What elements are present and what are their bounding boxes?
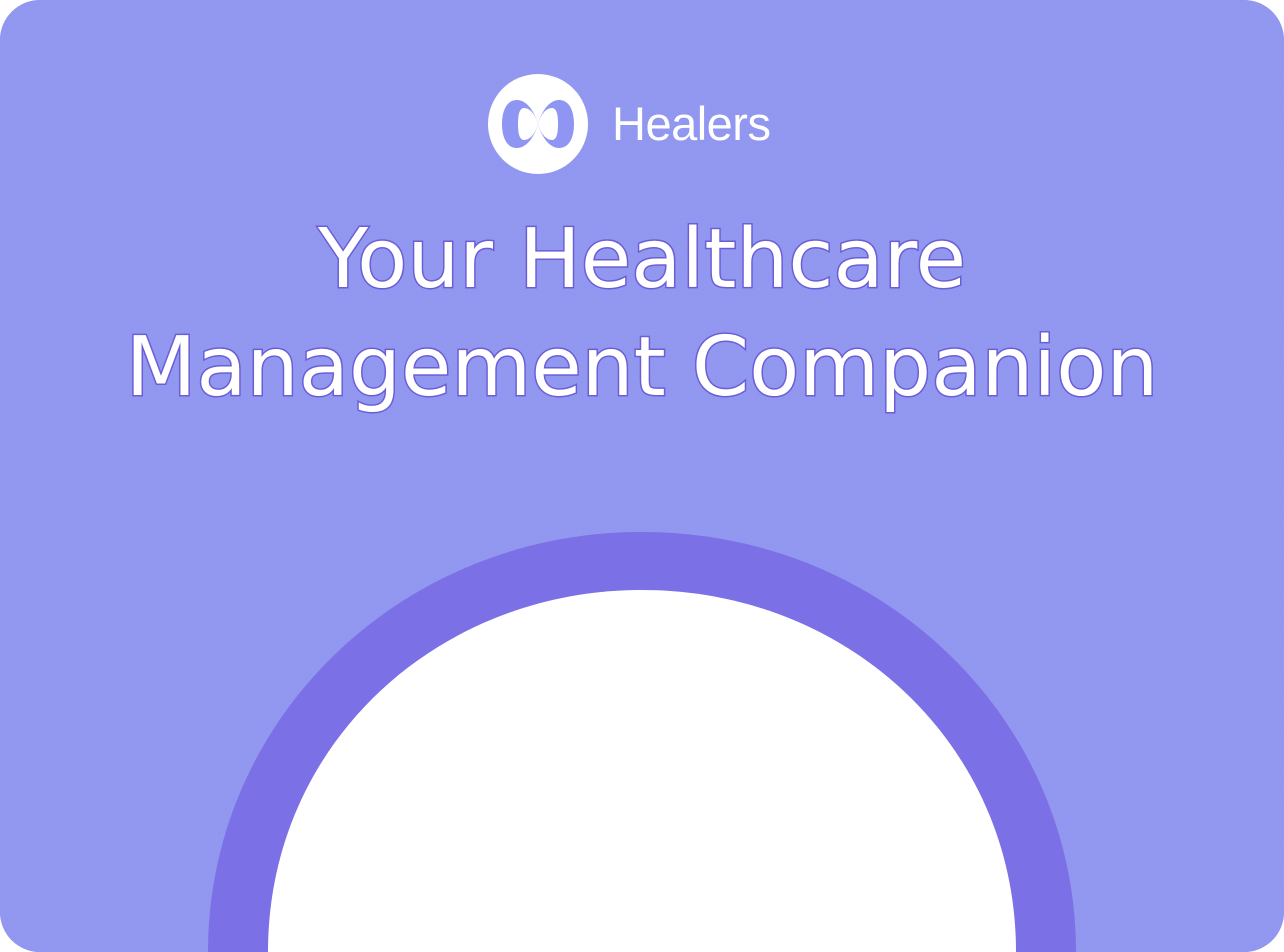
hero-card: Healers Your Healthcare Management Compa…	[0, 0, 1284, 952]
arch-graphic	[208, 532, 1076, 952]
